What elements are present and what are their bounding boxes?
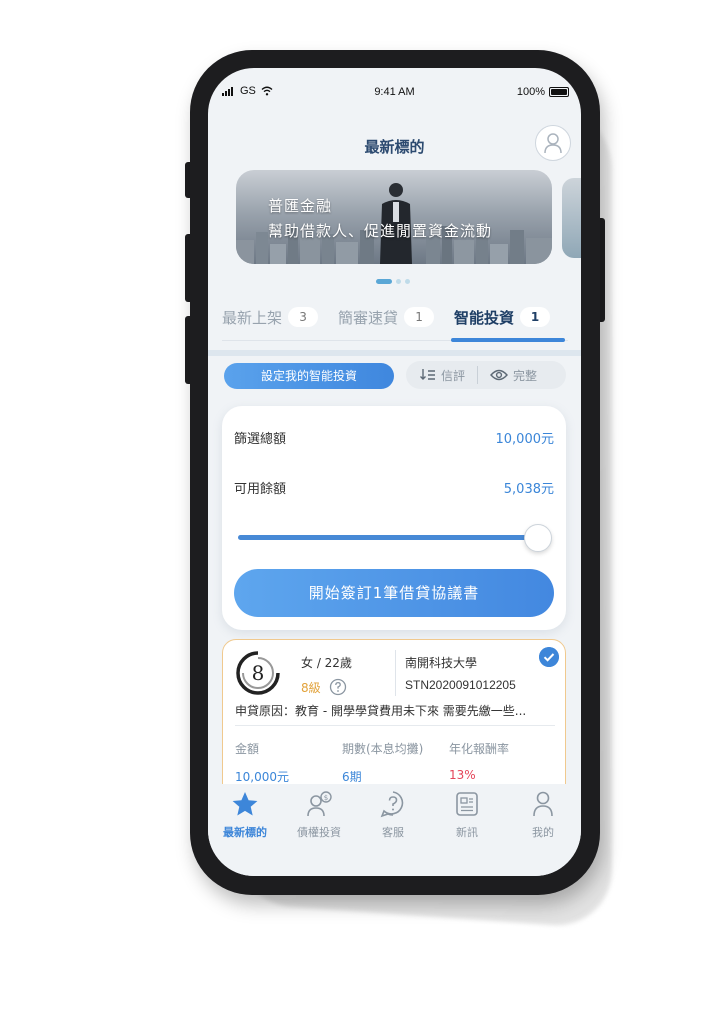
credit-sort-label: 信評 (441, 368, 466, 383)
tab-newest[interactable]: 最新上架 3 (222, 302, 319, 332)
filter-total-label: 篩選總額 (234, 432, 287, 447)
page-dot[interactable] (396, 279, 401, 284)
column-header: 金額 (235, 742, 260, 756)
page-dot[interactable] (405, 279, 410, 284)
column-header: 期數(本息均攤) (342, 742, 424, 756)
page-title: 最新標的 (364, 138, 425, 156)
loan-amount-column: 金額 10,000元 (235, 740, 289, 785)
loan-reason: 申貸原因：教育 - 開學學貸費用未下來 需要先繳一些... (235, 702, 555, 726)
borrower-gender-age: 女 / 22歲 (301, 656, 352, 670)
app-screen: GS 9:41 AM 100% 最新標的 普匯金融 幫助借款人、促進閒置資金流動… (208, 68, 581, 876)
tab-count-badge: 1 (520, 307, 551, 327)
battery-icon (549, 87, 569, 97)
banner-subtitle: 幫助借款人、促進閒置資金流動 (268, 222, 493, 240)
borrower-grade-logo: 8 (236, 651, 280, 695)
nav-news[interactable]: 新訊 (430, 790, 504, 840)
borrower-grade: 8級 (301, 678, 347, 696)
nav-label: 客服 (382, 826, 404, 839)
category-tabs: 最新上架 3 簡審速貸 1 智能投資 1 (222, 302, 568, 342)
filter-separator (477, 366, 479, 384)
selected-check-icon[interactable] (539, 647, 559, 667)
column-header: 年化報酬率 (449, 742, 510, 756)
help-icon (380, 791, 404, 818)
filter-total-row: 篩選總額 10,000元 (234, 428, 554, 447)
available-balance-value: 5,038元 (503, 482, 554, 497)
banner-title: 普匯金融 (268, 197, 333, 215)
section-divider (208, 350, 581, 356)
profile-icon (533, 791, 553, 817)
star-icon (232, 792, 258, 816)
eye-icon (490, 369, 508, 381)
amount-slider-handle[interactable] (524, 524, 552, 552)
available-balance-row: 可用餘額 5,038元 (234, 478, 554, 497)
loan-listing-card[interactable]: 8 女 / 22歲 8級 南開科技大學 STN2020091012205 申貸原… (222, 639, 566, 799)
amount-slider-track[interactable] (238, 535, 538, 540)
bottom-nav: 最新標的 $ 債權投資 客服 新訊 我的 (208, 784, 581, 876)
tab-count-badge: 3 (288, 307, 319, 327)
loan-id: STN2020091012205 (405, 678, 516, 692)
loan-amount-value: 10,000元 (235, 770, 289, 784)
page-dot-active[interactable] (376, 279, 392, 284)
active-tab-indicator (451, 338, 565, 342)
card-vertical-divider (395, 650, 396, 696)
tab-smart-invest[interactable]: 智能投資 1 (454, 302, 551, 332)
investor-icon: $ (307, 791, 332, 817)
sort-icon (420, 369, 435, 380)
annual-rate-column: 年化報酬率 13% (449, 740, 509, 782)
tab-label: 最新上架 (222, 308, 283, 327)
help-circle-icon[interactable] (329, 678, 347, 696)
banner-pagination (376, 279, 410, 284)
complete-view-button[interactable]: 完整 (490, 367, 537, 384)
nav-profile[interactable]: 我的 (506, 790, 580, 840)
annual-rate-value: 13% (449, 768, 476, 782)
filter-pill: 信評 完整 (406, 361, 566, 389)
nav-label: 我的 (532, 826, 554, 839)
grade-label: 8級 (301, 680, 321, 695)
next-banner-peek[interactable] (562, 178, 581, 258)
battery-percent: 100% (516, 86, 545, 98)
tab-label: 智能投資 (454, 308, 515, 327)
logo-number: 8 (252, 661, 265, 685)
news-icon (456, 792, 478, 816)
set-smart-invest-button[interactable]: 設定我的智能投資 (224, 363, 394, 389)
loan-term-value: 6期 (342, 770, 362, 784)
nav-debt-invest[interactable]: $ 債權投資 (282, 790, 356, 840)
sign-agreement-button[interactable]: 開始簽訂1筆借貸協議書 (234, 569, 554, 617)
filter-total-value: 10,000元 (495, 432, 555, 447)
tab-count-badge: 1 (404, 307, 435, 327)
loan-term-column: 期數(本息均攤) 6期 (342, 740, 423, 785)
user-icon (544, 133, 562, 154)
nav-label: 最新標的 (223, 826, 267, 839)
status-bar: GS 9:41 AM 100% (208, 68, 581, 108)
tab-label: 簡審速貸 (338, 308, 399, 327)
nav-latest[interactable]: 最新標的 (208, 790, 282, 840)
available-balance-label: 可用餘額 (234, 482, 287, 497)
nav-label: 新訊 (456, 826, 478, 839)
svg-text:$: $ (324, 794, 328, 802)
phone-frame: GS 9:41 AM 100% 最新標的 普匯金融 幫助借款人、促進閒置資金流動… (190, 50, 600, 895)
smart-invest-summary-card: 篩選總額 10,000元 可用餘額 5,038元 開始簽訂1筆借貸協議書 (222, 406, 566, 630)
tab-quick-loan[interactable]: 簡審速貸 1 (338, 302, 435, 332)
nav-support[interactable]: 客服 (356, 790, 430, 840)
nav-label: 債權投資 (297, 826, 341, 839)
borrower-school: 南開科技大學 (405, 656, 478, 670)
user-avatar-button[interactable] (535, 125, 571, 161)
promo-banner[interactable]: 普匯金融 幫助借款人、促進閒置資金流動 (236, 170, 552, 264)
complete-view-label: 完整 (513, 368, 538, 383)
credit-sort-button[interactable]: 信評 (420, 367, 465, 384)
